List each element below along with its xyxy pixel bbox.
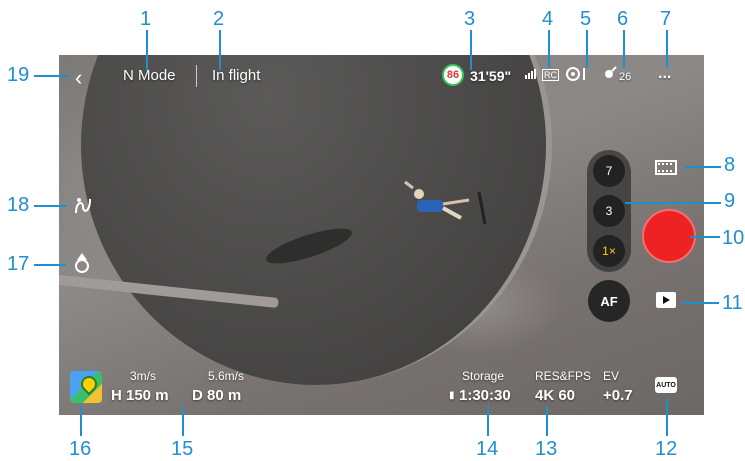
callout-10: 10 — [722, 227, 745, 249]
return-to-home-icon[interactable] — [71, 251, 93, 278]
zoom-7x-button[interactable]: 7 — [593, 155, 625, 187]
callout-12: 12 — [655, 438, 678, 460]
gps-icon[interactable] — [603, 66, 617, 83]
res-fps-label: RES&FPS — [535, 369, 592, 383]
camera-auto-icon[interactable]: AUTO — [655, 377, 677, 393]
leader-line — [80, 406, 82, 436]
leader-line — [623, 30, 625, 68]
leader-line — [34, 75, 70, 77]
leader-line — [219, 30, 221, 70]
leader-line — [625, 202, 721, 204]
callout-17: 17 — [7, 253, 30, 275]
callout-4: 4 — [542, 8, 554, 30]
leader-line — [690, 236, 720, 238]
callout-13: 13 — [535, 438, 558, 460]
signal-bars-icon[interactable] — [525, 67, 541, 82]
camera-view: ‹ N Mode In flight 86 31'59" RC 26 ... 7… — [59, 55, 704, 415]
ev-label: EV — [603, 369, 620, 383]
zoom-1x-button[interactable]: 1× — [593, 235, 625, 267]
callout-15: 15 — [171, 438, 194, 460]
callout-3: 3 — [464, 8, 476, 30]
leader-line — [685, 166, 721, 168]
skater — [404, 180, 487, 225]
video-mode-icon[interactable] — [655, 160, 677, 175]
leader-line — [34, 264, 66, 266]
af-button[interactable]: AF — [588, 280, 630, 322]
callout-7: 7 — [660, 8, 672, 30]
zoom-3x-button[interactable]: 3 — [593, 195, 625, 227]
leader-line — [666, 30, 668, 68]
storage-label: Storage — [462, 369, 505, 383]
leader-line — [182, 406, 184, 436]
leader-line — [34, 205, 66, 207]
vision-status-icon[interactable] — [566, 66, 588, 85]
ev-value[interactable]: +0.7 — [603, 387, 633, 404]
leader-line — [682, 302, 719, 304]
leader-line — [487, 406, 489, 436]
sd-card-icon: ▮ — [449, 390, 455, 401]
record-button[interactable] — [642, 209, 696, 263]
callout-19: 19 — [7, 64, 30, 86]
rc-signal-label: RC — [542, 69, 559, 81]
callout-18: 18 — [7, 194, 30, 216]
flight-time: 31'59" — [470, 68, 512, 84]
leader-line — [546, 406, 548, 436]
leader-line — [146, 30, 148, 70]
leader-line — [548, 30, 550, 68]
header-divider — [196, 65, 197, 87]
battery-indicator[interactable]: 86 — [442, 64, 464, 86]
gps-count: 26 — [619, 71, 632, 83]
callout-16: 16 — [69, 438, 92, 460]
leader-line — [666, 398, 668, 436]
callout-6: 6 — [617, 8, 629, 30]
callout-5: 5 — [580, 8, 592, 30]
height-value: H 150 m — [111, 387, 169, 404]
back-icon[interactable]: ‹ — [75, 65, 82, 91]
leader-line — [586, 30, 588, 68]
flight-mode[interactable]: N Mode — [123, 67, 176, 84]
callout-9: 9 — [724, 190, 736, 212]
callout-11: 11 — [722, 292, 743, 314]
vertical-speed: 3m/s — [130, 369, 157, 383]
callout-1: 1 — [140, 8, 152, 30]
leader-line — [470, 30, 472, 70]
playback-icon[interactable] — [656, 292, 676, 308]
more-icon[interactable]: ... — [658, 65, 671, 83]
callout-8: 8 — [724, 154, 736, 176]
callout-2: 2 — [213, 8, 225, 30]
horizontal-speed: 5.6m/s — [208, 369, 245, 383]
waypoint-icon[interactable] — [73, 195, 93, 220]
callout-14: 14 — [476, 438, 499, 460]
distance-value: D 80 m — [192, 387, 242, 404]
res-fps-value[interactable]: 4K 60 — [535, 387, 575, 404]
storage-value[interactable]: 1:30:30 — [459, 387, 511, 404]
